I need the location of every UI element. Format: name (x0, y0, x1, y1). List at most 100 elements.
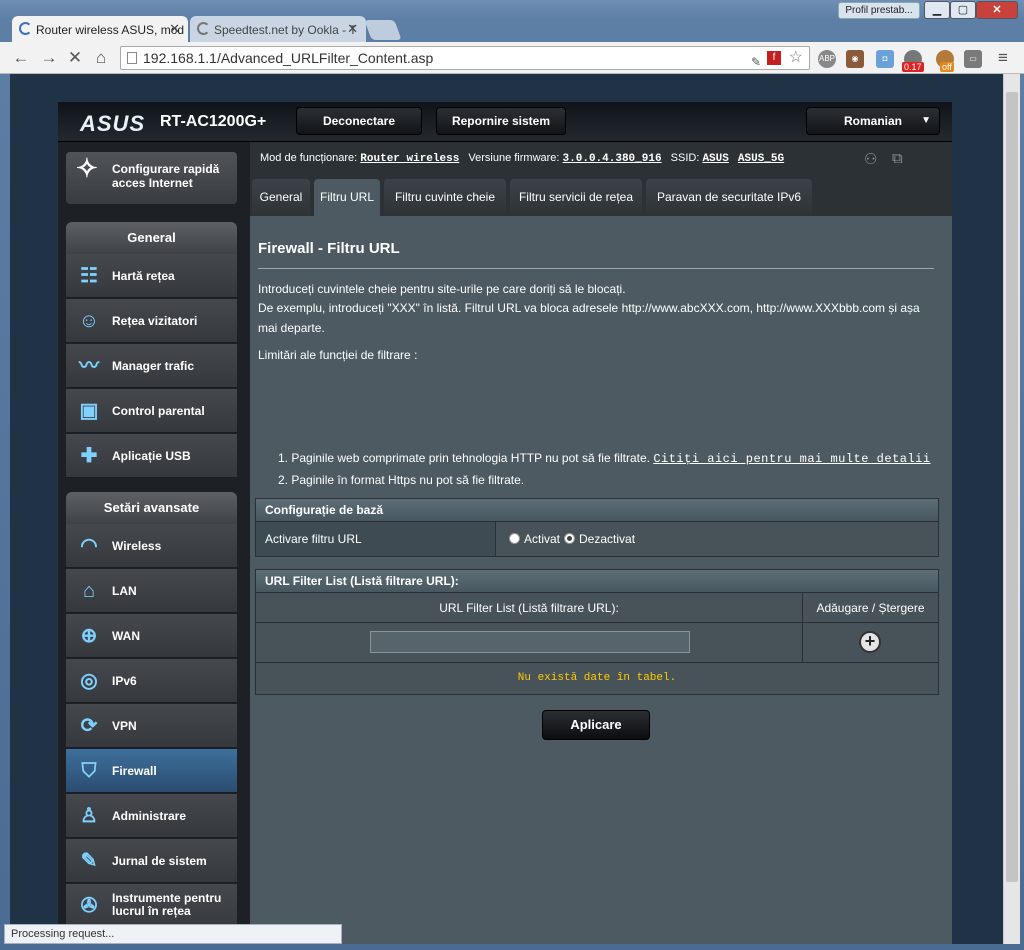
wifi-icon: ◠ (80, 535, 98, 557)
sidebar-item-label: Administrare (112, 809, 187, 823)
off-badge: off (940, 62, 954, 72)
loading-icon (19, 22, 32, 35)
log-edit-icon: ✎ (80, 850, 98, 872)
sidebar-item-label: Instrumente pentru lucrul în rețea (112, 891, 222, 918)
limit-item: 2. Paginile în format Https nu pot să fi… (278, 473, 525, 487)
asus-logo: ASUS (80, 111, 146, 136)
sidebar-item-traffic-manager[interactable]: 〰 Manager trafic (66, 344, 237, 388)
router-model: RT-AC1200G+ (160, 113, 267, 130)
profile-button[interactable]: Profil prestab... (838, 2, 920, 19)
mode-label: Mod de funcționare: (260, 152, 358, 164)
home-network-icon: ⌂ (82, 580, 96, 602)
pin-icon[interactable]: ✎ (751, 51, 761, 73)
vertical-scrollbar[interactable] (1003, 74, 1020, 944)
sidebar-item-label: Manager trafic (112, 359, 195, 373)
usb-device-icon[interactable]: ⧉ (892, 150, 903, 167)
close-window-button[interactable]: ✕ (976, 1, 1018, 19)
network-map-icon: ☷ (80, 265, 98, 287)
forward-icon[interactable]: → (38, 47, 60, 69)
intro-line-1: Introduceți cuvintele cheie pentru site-… (258, 282, 626, 296)
details-link[interactable]: Citiți aici pentru mai multe detalii (653, 452, 930, 466)
sidebar-item-label: LAN (112, 584, 137, 598)
address-bar[interactable]: 192.168.1.1/Advanced_URLFilter_Content.a… (120, 46, 810, 70)
new-tab-button[interactable] (364, 20, 402, 40)
bookmark-star-icon[interactable]: ☆ (789, 47, 803, 69)
sidebar-item-label: Wireless (112, 539, 162, 553)
mode-link[interactable]: Router wireless (360, 153, 459, 165)
maximize-button[interactable]: ▢ (950, 1, 976, 19)
main-content: Mod de funcționare: Router wireless Vers… (250, 142, 952, 944)
vpn-icon: ⟳ (80, 715, 98, 737)
sidebar-item-lan[interactable]: ⌂ LAN (66, 569, 237, 613)
camera-icon[interactable]: ◘ (876, 50, 894, 68)
firmware-link[interactable]: 3.0.0.4.380_916 (563, 153, 662, 165)
tab-title: Router wireless ASUS, mod (36, 22, 185, 37)
limit-text: 1. Paginile web comprimate prin tehnolog… (278, 451, 650, 465)
url-input[interactable] (370, 631, 690, 653)
cast-icon[interactable]: ▭ (964, 50, 982, 68)
sidebar-item-firewall[interactable]: ⛉ Firewall (66, 749, 237, 793)
close-tab-icon[interactable]: ✕ (169, 21, 180, 37)
radio-disabled[interactable] (564, 533, 575, 544)
instagram-icon[interactable]: ◉ (846, 50, 864, 68)
sidebar-item-guest-network[interactable]: ☺ Rețea vizitatori (66, 299, 237, 343)
status-info-line: Mod de funcționare: Router wireless Vers… (260, 152, 790, 165)
quick-setup-button[interactable]: ✧ Configurare rapidă acces Internet (66, 152, 237, 204)
guest-users-icon: ☺ (78, 310, 100, 332)
stop-icon[interactable]: ✕ (64, 47, 86, 69)
apply-button[interactable]: Aplicare (542, 710, 650, 740)
flash-icon[interactable]: f (767, 51, 781, 65)
sidebar-item-system-log[interactable]: ✎ Jurnal de sistem (66, 839, 237, 883)
sidebar-item-network-map[interactable]: ☷ Hartă rețea (66, 254, 237, 298)
basic-config-header: Configurație de bază (255, 498, 939, 522)
browser-toolbar: ← → ✕ ⌂ 192.168.1.1/Advanced_URLFilter_C… (0, 42, 1024, 74)
intro-line-2: De exemplu, introduceți "XXX" în listă. … (258, 301, 920, 335)
ssid-link-5g[interactable]: ASUS_5G (738, 153, 784, 165)
add-cell: + (803, 623, 938, 663)
sidebar-item-vpn[interactable]: ⟳ VPN (66, 704, 237, 748)
column-header-action: Adăugare / Ștergere (803, 593, 938, 623)
back-icon[interactable]: ← (10, 47, 32, 69)
url-list-header: URL Filter List (Listă filtrare URL): (255, 569, 939, 593)
shield-icon: ⛉ (81, 760, 97, 782)
close-tab-icon[interactable]: ✕ (347, 21, 358, 37)
browser-tab-router[interactable]: Router wireless ASUS, mod ✕ (12, 16, 188, 43)
sidebar-item-label: Firewall (112, 764, 157, 778)
scrollbar-thumb[interactable] (1006, 92, 1018, 882)
tab-network-services-filter[interactable]: Filtru servicii de rețea (510, 179, 642, 216)
page-icon (127, 52, 137, 64)
sidebar-item-label: IPv6 (112, 674, 137, 688)
enable-filter-label: Activare filtru URL (256, 522, 496, 556)
admin-user-icon: ♙ (80, 805, 98, 827)
sidebar-item-ipv6[interactable]: ◎ IPv6 (66, 659, 237, 703)
tab-keyword-filter[interactable]: Filtru cuvinte cheie (384, 179, 506, 216)
sidebar-item-wireless[interactable]: ◠ Wireless (66, 524, 237, 568)
no-data-message: Nu există date în tabel. (517, 672, 677, 684)
sidebar-item-parental-control[interactable]: ▣ Control parental (66, 389, 237, 433)
content-panel: Firewall - Filtru URL Introduceți cuvint… (250, 216, 952, 944)
tab-general[interactable]: General (252, 179, 310, 216)
tab-ipv6-firewall[interactable]: Paravan de securitate IPv6 (646, 179, 812, 216)
minimize-button[interactable]: ▁ (924, 1, 950, 19)
limit-item: 1. Paginile web comprimate prin tehnolog… (278, 448, 931, 470)
reboot-button[interactable]: Repornire sistem (436, 107, 566, 135)
radio-enabled[interactable] (509, 533, 520, 544)
page-title: Firewall - Filtru URL (258, 240, 400, 257)
tab-url-filter[interactable]: Filtru URL (314, 179, 380, 216)
home-icon[interactable]: ⌂ (90, 47, 112, 69)
language-select[interactable]: Romanian ▼ (806, 107, 940, 135)
logout-button[interactable]: Deconectare (296, 107, 422, 135)
lock-icon: ▣ (79, 400, 99, 422)
magic-wand-icon: ✧ (76, 153, 98, 183)
browser-tab-speedtest[interactable]: Speedtest.net by Ookla - T ✕ (190, 16, 366, 43)
sidebar-item-usb-app[interactable]: ✚ Aplicație USB (66, 434, 237, 478)
sidebar-item-administration[interactable]: ♙ Administrare (66, 794, 237, 838)
sidebar: ✧ Configurare rapidă acces Internet Gene… (58, 142, 250, 944)
add-icon[interactable]: + (859, 631, 881, 653)
sidebar-item-label: WAN (112, 629, 140, 643)
sidebar-item-wan[interactable]: ⊕ WAN (66, 614, 237, 658)
adblock-icon[interactable]: ABP (818, 50, 836, 68)
ssid-link-24[interactable]: ASUS (702, 153, 728, 165)
menu-icon[interactable]: ≡ (992, 47, 1014, 69)
clients-icon[interactable]: ⚇ (864, 150, 877, 168)
